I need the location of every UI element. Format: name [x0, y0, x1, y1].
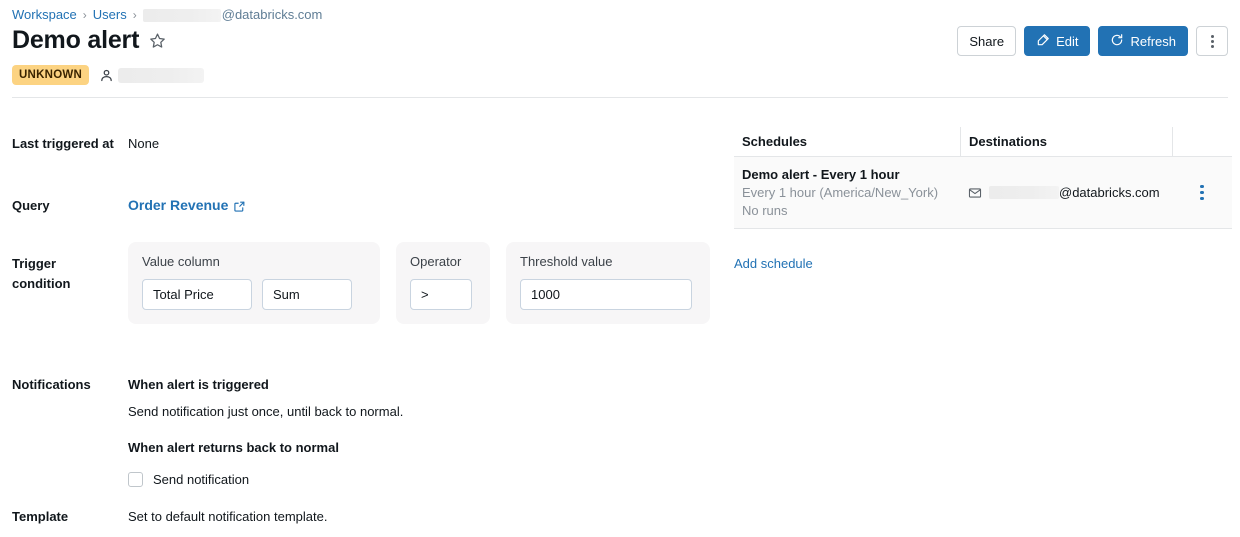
schedules-panel: Schedules Destinations Demo alert - Ever…	[734, 127, 1232, 229]
pencil-square-icon	[1036, 33, 1050, 50]
breadcrumb-item-workspace[interactable]: Workspace	[12, 6, 77, 24]
status-badge: UNKNOWN	[12, 65, 89, 85]
status-and-owner-row: UNKNOWN	[12, 65, 204, 85]
send-notification-row[interactable]: Send notification	[128, 470, 403, 489]
column-header-destinations: Destinations	[960, 127, 1172, 157]
refresh-icon	[1110, 33, 1124, 50]
redacted-owner-name	[118, 68, 204, 83]
page-title: Demo alert	[12, 26, 139, 55]
destination-email: @databricks.com	[989, 185, 1160, 200]
row-actions-cell	[1172, 177, 1232, 209]
last-triggered-value: None	[128, 134, 159, 153]
notifications-row: Notifications When alert is triggered Se…	[12, 375, 403, 489]
schedule-name: Demo alert - Every 1 hour	[742, 166, 952, 184]
alert-detail-page: Workspace › Users › @databricks.com Demo…	[0, 0, 1240, 537]
edit-button[interactable]: Edit	[1024, 26, 1090, 56]
schedule-cadence: Every 1 hour (America/New_York)	[742, 184, 952, 202]
breadcrumb-item-users[interactable]: Users	[93, 6, 127, 24]
notifications-triggered-text: Send notification just once, until back …	[128, 402, 403, 421]
operator-label: Operator	[410, 254, 476, 270]
trigger-condition-row: Trigger condition Value column Total Pri…	[12, 254, 710, 324]
page-actions: Share Edit Refresh	[957, 26, 1228, 56]
row-kebab-vertical-icon[interactable]	[1200, 185, 1204, 201]
breadcrumb-item-user[interactable]: @databricks.com	[143, 6, 323, 24]
query-link-label: Order Revenue	[128, 196, 228, 215]
schedules-table-header: Schedules Destinations	[734, 127, 1232, 157]
breadcrumb: Workspace › Users › @databricks.com	[12, 6, 322, 24]
operator-select[interactable]: >	[410, 279, 472, 310]
send-notification-label: Send notification	[153, 470, 249, 489]
notifications-normal-heading: When alert returns back to normal	[128, 438, 403, 457]
refresh-button-label: Refresh	[1130, 34, 1176, 49]
person-icon	[99, 68, 114, 83]
external-link-icon	[233, 199, 246, 212]
threshold-panel: Threshold value 1000	[506, 242, 710, 324]
operator-panel: Operator >	[396, 242, 490, 324]
template-label: Template	[12, 507, 128, 526]
template-row: Template Set to default notification tem…	[12, 507, 327, 526]
aggregation-select[interactable]: Sum	[262, 279, 352, 310]
column-header-schedules: Schedules	[734, 127, 960, 157]
breadcrumb-user-domain: @databricks.com	[222, 6, 323, 24]
schedules-table: Schedules Destinations Demo alert - Ever…	[734, 127, 1232, 229]
title-row: Demo alert	[12, 26, 166, 55]
notifications-triggered-heading: When alert is triggered	[128, 375, 403, 394]
query-value: Order Revenue	[128, 196, 246, 215]
threshold-fields: 1000	[520, 279, 696, 310]
value-column-label: Value column	[142, 254, 366, 270]
destination-cell: @databricks.com	[960, 177, 1172, 208]
destination-email-domain: @databricks.com	[1059, 185, 1160, 200]
threshold-input[interactable]: 1000	[520, 279, 692, 310]
edit-button-label: Edit	[1056, 34, 1078, 49]
last-triggered-label: Last triggered at	[12, 134, 128, 153]
table-row[interactable]: Demo alert - Every 1 hour Every 1 hour (…	[734, 157, 1232, 229]
breadcrumb-separator-2: ›	[133, 6, 137, 24]
template-value: Set to default notification template.	[128, 507, 327, 526]
value-column-panel: Value column Total Price Sum	[128, 242, 380, 324]
threshold-label: Threshold value	[520, 254, 696, 270]
trigger-condition-label-line2: condition	[12, 274, 128, 294]
owner-chip	[99, 68, 204, 83]
kebab-vertical-icon	[1211, 35, 1214, 48]
notifications-content: When alert is triggered Send notificatio…	[128, 375, 403, 489]
query-link[interactable]: Order Revenue	[128, 196, 246, 215]
schedule-cell: Demo alert - Every 1 hour Every 1 hour (…	[734, 158, 960, 228]
share-button[interactable]: Share	[957, 26, 1016, 56]
value-column-fields: Total Price Sum	[142, 279, 366, 310]
send-notification-checkbox[interactable]	[128, 472, 143, 487]
schedule-runs: No runs	[742, 202, 952, 220]
trigger-condition-label-line1: Trigger	[12, 254, 128, 274]
mail-icon	[968, 186, 982, 200]
value-column-select[interactable]: Total Price	[142, 279, 252, 310]
notifications-label: Notifications	[12, 375, 128, 394]
last-triggered-row: Last triggered at None	[12, 134, 159, 153]
column-header-actions	[1172, 127, 1232, 157]
query-label: Query	[12, 196, 128, 215]
trigger-condition-label: Trigger condition	[12, 254, 128, 294]
operator-fields: >	[410, 279, 476, 310]
more-options-button[interactable]	[1196, 26, 1228, 56]
breadcrumb-separator-1: ›	[83, 6, 87, 24]
star-outline-icon[interactable]	[149, 32, 166, 49]
trigger-condition-panels: Value column Total Price Sum Operator > …	[128, 242, 710, 324]
add-schedule-link[interactable]: Add schedule	[734, 256, 813, 271]
query-row: Query Order Revenue	[12, 196, 246, 215]
redacted-username	[143, 9, 221, 22]
refresh-button[interactable]: Refresh	[1098, 26, 1188, 56]
header-divider	[12, 97, 1228, 98]
redacted-email-user	[989, 186, 1059, 199]
